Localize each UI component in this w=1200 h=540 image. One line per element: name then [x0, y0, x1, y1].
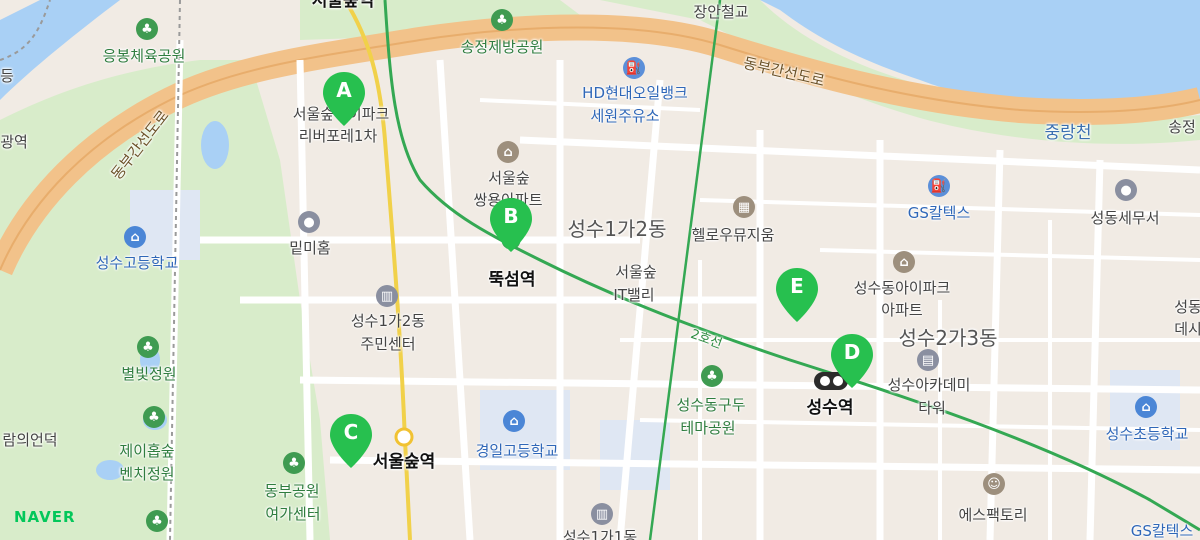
school-icon: ⌂: [124, 226, 146, 248]
place-icon: ●: [298, 211, 320, 233]
label-gyeongil-high: 경일고등학교: [475, 442, 559, 460]
label-top-station: 서울숲역: [311, 0, 375, 11]
label-theme-park-1: 성수동구두: [676, 396, 746, 414]
museum-icon: ▦: [733, 196, 755, 218]
label-gs-caltex-1: GS칼텍스: [907, 204, 971, 222]
label-jeijeung-1: 제이홉숲: [119, 442, 175, 460]
map-base-layer: [0, 0, 1200, 540]
label-eastpark-2: 여가센터: [265, 505, 321, 523]
label-seongsu-high: 성수고등학교: [95, 254, 179, 272]
label-itvalley-2: IT밸리: [613, 286, 655, 304]
label-edge-top-left: 등: [0, 67, 14, 85]
community-center-icon: ▥: [376, 285, 398, 307]
label-office-2: 주민센터: [360, 335, 416, 353]
marker-letter: A: [336, 78, 352, 102]
label-byeolbit-garden: 별빛정원: [121, 365, 177, 383]
building-icon: ▤: [917, 349, 939, 371]
naver-logo: NAVER: [14, 508, 76, 526]
landmark-icon: ☺: [983, 473, 1005, 495]
park-icon: ♣: [146, 510, 168, 532]
label-ttukseom-station: 뚝섬역: [488, 270, 536, 290]
fuel-station-icon: ⛽: [623, 57, 645, 79]
label-hd-oilbank-2: 세원주유소: [590, 107, 660, 125]
label-academy-1: 성수아카데미: [887, 376, 971, 394]
label-songjeong-park: 송정제방공원: [460, 38, 544, 56]
map-marker-d[interactable]: D: [829, 332, 875, 390]
fuel-station-icon: ⛽: [928, 175, 950, 197]
label-seoulsup-station: 서울숲역: [372, 452, 436, 472]
label-academy-2: 타워: [918, 399, 946, 417]
label-jeijeung-2: 벤치정원: [119, 465, 175, 483]
park-icon: ♣: [491, 9, 513, 31]
label-edge-right-2: 성동: [1174, 298, 1200, 316]
label-stream: 중랑천: [1044, 123, 1092, 143]
map-marker-b[interactable]: B: [488, 196, 534, 254]
label-ungbong-park: 응봉체육공원: [102, 47, 186, 65]
marker-letter: E: [790, 274, 804, 298]
marker-letter: D: [843, 340, 861, 364]
label-hd-oilbank-1: HD현대오일뱅크: [582, 84, 688, 102]
government-office-icon: ●: [1115, 179, 1137, 201]
park-icon: ♣: [143, 406, 165, 428]
label-apt-a-2: 리버포레1차: [298, 127, 378, 145]
park-icon: ♣: [701, 365, 723, 387]
label-ipark-e-1: 성수동아이파크: [853, 279, 951, 297]
label-theme-park-2: 테마공원: [680, 419, 736, 437]
label-eastpark-1: 동부공원: [264, 482, 320, 500]
label-district-1ga2: 성수1가2동: [567, 217, 667, 241]
apartment-icon: ⌂: [497, 141, 519, 163]
park-icon: ♣: [283, 452, 305, 474]
map-marker-c[interactable]: C: [328, 412, 374, 470]
marker-letter: C: [343, 420, 359, 444]
map-canvas[interactable]: ♣ ♣ ⛽ ⌂ ▦ ⛽ ● ● ⌂ ⌂ ▥ ♣ ▤ ♣ ⌂ ⌂ ♣ ♣ ☺ ▥ …: [0, 0, 1200, 540]
school-icon: ⌂: [503, 410, 525, 432]
label-district-2ga3: 성수2가3동: [898, 326, 998, 350]
park-icon: ♣: [137, 336, 159, 358]
label-seongsu-elementary: 성수초등학교: [1105, 425, 1189, 443]
label-itvalley-1: 서울숲: [615, 263, 657, 281]
label-ssangyong-1: 서울숲: [488, 169, 530, 187]
label-edge-left: 광역: [0, 133, 28, 151]
park-icon: ♣: [136, 18, 158, 40]
label-gs-caltex-2: GS칼텍스: [1130, 522, 1194, 540]
marker-letter: B: [503, 204, 519, 228]
label-office-1: 성수1가2동: [350, 312, 426, 330]
label-bridge: 장안철교: [693, 3, 749, 21]
community-center-icon: ▥: [591, 503, 613, 525]
label-seongdong-tax: 성동세무서: [1090, 209, 1160, 227]
map-marker-e[interactable]: E: [774, 266, 820, 324]
school-icon: ⌂: [1135, 396, 1157, 418]
label-mil-home: 밑미홈: [289, 239, 331, 257]
label-seongsu-1ga1: 성수1가1동: [562, 528, 638, 540]
label-ipark-e-2: 아파트: [881, 301, 923, 319]
label-hello-museum: 헬로우뮤지움: [691, 226, 775, 244]
label-espactory: 에스팩토리: [958, 506, 1028, 524]
label-seongsu-station: 성수역: [806, 398, 854, 418]
label-edge-right-3: 데시: [1174, 320, 1200, 338]
map-marker-a[interactable]: A: [321, 70, 367, 128]
apartment-icon: ⌂: [893, 251, 915, 273]
label-hill: 람의언덕: [2, 431, 58, 449]
label-edge-right-1: 송정: [1168, 118, 1196, 136]
